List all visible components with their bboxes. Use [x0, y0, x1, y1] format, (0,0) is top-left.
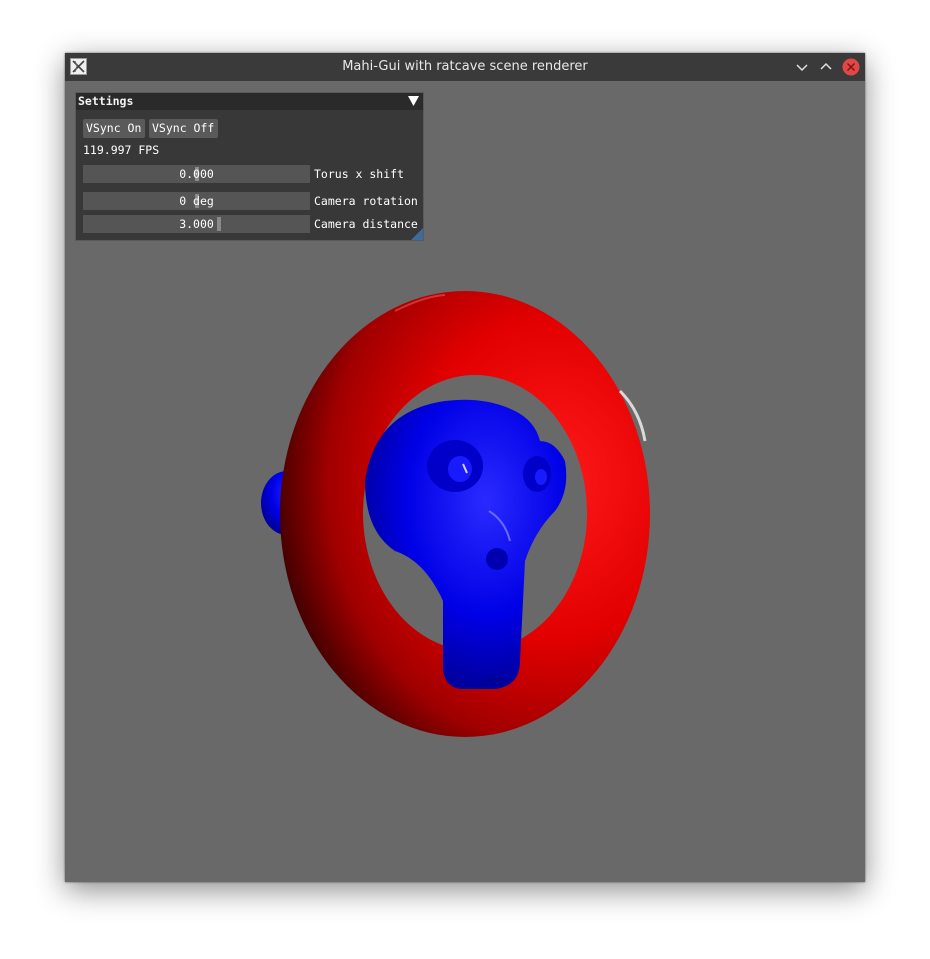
settings-panel[interactable]: Settings VSync On VSync Off 119.997 FPS … — [75, 92, 424, 241]
chevron-down-icon — [796, 64, 808, 72]
close-icon — [842, 58, 860, 76]
settings-header[interactable]: Settings — [76, 93, 423, 110]
chevron-up-icon — [820, 62, 832, 70]
collapse-triangle-icon[interactable] — [408, 96, 419, 106]
camera-distance-slider[interactable]: 3.000 — [83, 215, 310, 233]
maximize-button[interactable] — [817, 58, 835, 76]
app-window: Mahi-Gui with ratcave scene renderer Set… — [65, 53, 865, 882]
title-bar[interactable]: Mahi-Gui with ratcave scene renderer — [65, 53, 865, 81]
slider-label: Torus x shift — [314, 167, 405, 181]
slider-label: Camera rotation — [314, 194, 418, 208]
slider-value: 0.000 — [179, 167, 214, 181]
slider-label: Camera distance — [314, 217, 418, 231]
vsync-on-button[interactable]: VSync On — [83, 119, 145, 138]
resize-grip-icon[interactable] — [411, 228, 423, 240]
window-title: Mahi-Gui with ratcave scene renderer — [342, 59, 588, 74]
minimize-button[interactable] — [793, 58, 811, 76]
torus-x-shift-slider[interactable]: 0.000 — [83, 165, 310, 183]
camera-rotation-slider[interactable]: 0 deg — [83, 192, 310, 210]
close-button[interactable] — [842, 58, 860, 76]
settings-title: Settings — [78, 94, 134, 108]
render-viewport[interactable]: Settings VSync On VSync Off 119.997 FPS … — [65, 81, 865, 882]
vsync-off-button[interactable]: VSync Off — [149, 119, 218, 138]
slider-value: 3.000 — [179, 217, 214, 231]
slider-value: 0 deg — [179, 194, 214, 208]
fps-readout: 119.997 FPS — [83, 143, 160, 157]
